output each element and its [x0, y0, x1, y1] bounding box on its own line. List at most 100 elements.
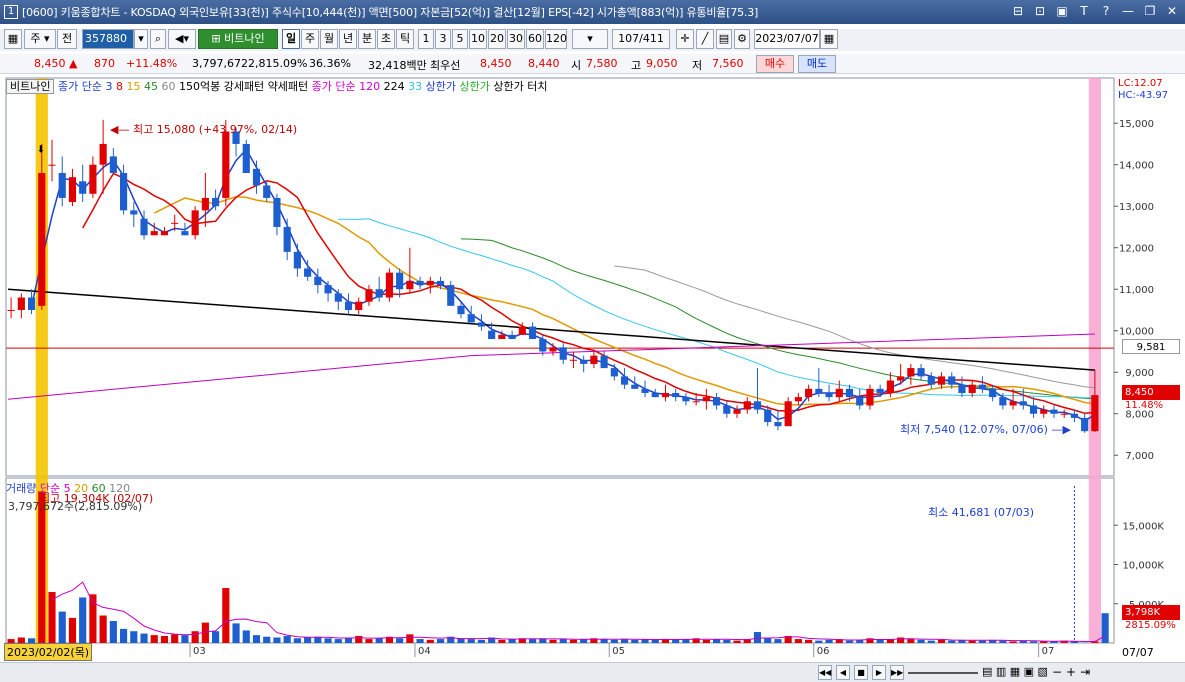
close-icon[interactable]: ✕	[1165, 4, 1179, 18]
volume-bar	[764, 638, 772, 643]
vol-legend-label: 거래량	[6, 482, 37, 495]
forward-icon[interactable]: ▶▶	[890, 665, 904, 680]
buy-button[interactable]: 매수	[756, 55, 794, 73]
candle-body	[212, 197, 220, 207]
play-icon[interactable]: ▶	[872, 665, 886, 680]
chart-scrollbar[interactable]: ◀◀ ◀ ■ ▶ ▶▶ ▤ ▥ ▦ ▣ ▧ − + ⇥	[0, 662, 1185, 682]
code-input[interactable]: 357880	[82, 29, 134, 49]
window-controls: ⊟ ⊡ ▣ T ? — ❐ ✕	[1011, 4, 1179, 18]
volume-bar	[1040, 641, 1048, 643]
stop-icon[interactable]: ■	[854, 665, 868, 680]
candle-body	[79, 181, 87, 194]
volume-bar	[600, 639, 608, 643]
month-label: 04	[418, 646, 431, 657]
legend-ma-3: 3	[105, 80, 113, 93]
candle-body	[150, 231, 158, 236]
chart-canvas[interactable]: 15,000 14,000 13,000 12,000 11,000 10,000 9,00…	[0, 76, 1185, 680]
interval-button-20[interactable]: 20	[488, 29, 506, 49]
layout-icon[interactable]: ⊡	[1033, 4, 1047, 18]
type-button[interactable]: 전	[57, 29, 77, 49]
volume-value: 3,797,672	[192, 57, 248, 70]
settings-icon[interactable]: ⚙	[734, 29, 750, 49]
candle-body	[549, 347, 557, 352]
interval-button-5[interactable]: 5	[452, 29, 468, 49]
volume-bar	[610, 639, 618, 643]
stock-name-badge[interactable]: ⊞ 비트나인	[198, 29, 278, 49]
high-annotation-text: 최고 15,080 (+43.97%, 02/14)	[132, 123, 298, 136]
legend-ma-60: 60	[161, 80, 176, 93]
play-back-icon[interactable]: ◀	[836, 665, 850, 680]
low-annotation: 최저 7,540 (12.07%, 07/06) —▶	[900, 423, 1071, 436]
volume-bar	[222, 588, 230, 643]
volume-bar	[212, 631, 220, 643]
period-tab-2[interactable]: 월	[320, 29, 338, 49]
candle-body	[641, 388, 649, 393]
zoom-in-icon[interactable]: +	[1066, 665, 1076, 680]
line-tool-icon[interactable]: ╱	[696, 29, 714, 49]
price-pane-frame	[5, 77, 1115, 477]
save-icon[interactable]: ▤	[716, 29, 732, 49]
sell-button[interactable]: 매도	[798, 55, 836, 73]
rewind-icon[interactable]: ◀◀	[818, 665, 832, 680]
price-change-pct: +11.48%	[126, 57, 178, 70]
legend-limit-up-2: 상한가	[459, 80, 490, 93]
interval-button-10[interactable]: 10	[469, 29, 487, 49]
interval-select[interactable]: ▾	[572, 29, 608, 49]
minimize-icon[interactable]: —	[1121, 4, 1135, 18]
help-icon[interactable]: ?	[1099, 4, 1113, 18]
speaker-icon[interactable]: ◀▾	[168, 29, 196, 49]
zoom-slider[interactable]	[908, 665, 978, 674]
period-tab-4[interactable]: 분	[358, 29, 376, 49]
interval-button-60[interactable]: 60	[526, 29, 544, 49]
volume-bar	[937, 639, 946, 643]
period-tab-5[interactable]: 초	[377, 29, 395, 49]
volume-bar	[651, 639, 659, 643]
market-value: 주	[30, 32, 41, 45]
date-input[interactable]: 2023/07/07	[754, 29, 820, 49]
candle-body	[273, 197, 281, 227]
volume-bar	[549, 639, 557, 643]
zoom-out-icon[interactable]: −	[1052, 665, 1062, 680]
calendar-icon[interactable]: ▦	[820, 29, 838, 49]
candle-body	[948, 376, 956, 385]
volume-ma-line	[51, 581, 1106, 642]
pin-icon[interactable]: ▣	[1055, 4, 1069, 18]
expand-icon[interactable]: ⇥	[1080, 665, 1090, 680]
playback-controls: ◀◀ ◀ ■ ▶ ▶▶ ▤ ▥ ▦ ▣ ▧ − + ⇥	[818, 665, 1090, 680]
interval-button-1[interactable]: 1	[418, 29, 434, 49]
volume-bar	[825, 639, 833, 643]
candle-body	[1060, 413, 1068, 415]
period-tab-0[interactable]: 일	[282, 29, 300, 49]
low-price: 7,560	[712, 57, 744, 70]
market-select[interactable]: 주 ▾	[24, 29, 56, 49]
legend-stock-name[interactable]: 비트나인	[6, 79, 55, 94]
ma-33-line	[338, 218, 1095, 399]
code-dropdown-icon[interactable]: ▾	[134, 29, 148, 49]
volume-bar	[917, 639, 925, 643]
count-display[interactable]: 107/411	[612, 29, 670, 49]
interval-button-30[interactable]: 30	[507, 29, 525, 49]
period-tab-6[interactable]: 틱	[396, 29, 414, 49]
period-tab-1[interactable]: 주	[301, 29, 319, 49]
search-icon[interactable]: ⌕	[150, 29, 166, 49]
candle-body	[191, 210, 199, 236]
window-title: [0600] 키움종합차트 - KOSDAQ 외국인보유[33(천)] 주식수[…	[22, 6, 759, 19]
link-icon[interactable]: ⊟	[1011, 4, 1025, 18]
candle-body	[89, 164, 97, 194]
grid-icon[interactable]: ▦	[4, 29, 22, 49]
view-options-icon[interactable]: ▤ ▥ ▦ ▣ ▧	[982, 665, 1048, 680]
interval-button-3[interactable]: 3	[435, 29, 451, 49]
volume-bar	[1101, 613, 1109, 643]
legend-ma2-b: 33	[408, 80, 423, 93]
crosshair-icon[interactable]: ✛	[676, 29, 694, 49]
volume-bar	[140, 633, 148, 643]
chart-area[interactable]: 15,000 14,000 13,000 12,000 11,000 10,000 9,00…	[0, 76, 1185, 680]
month-label: 05	[612, 646, 625, 657]
font-icon[interactable]: T	[1077, 4, 1091, 18]
volume-pct-tag: 2815.09%	[1125, 620, 1176, 631]
interval-button-120[interactable]: 120	[545, 29, 567, 49]
restore-icon[interactable]: ❐	[1143, 4, 1157, 18]
candle-body	[1091, 395, 1099, 432]
period-tab-3[interactable]: 년	[339, 29, 357, 49]
candle-body	[1070, 413, 1079, 418]
